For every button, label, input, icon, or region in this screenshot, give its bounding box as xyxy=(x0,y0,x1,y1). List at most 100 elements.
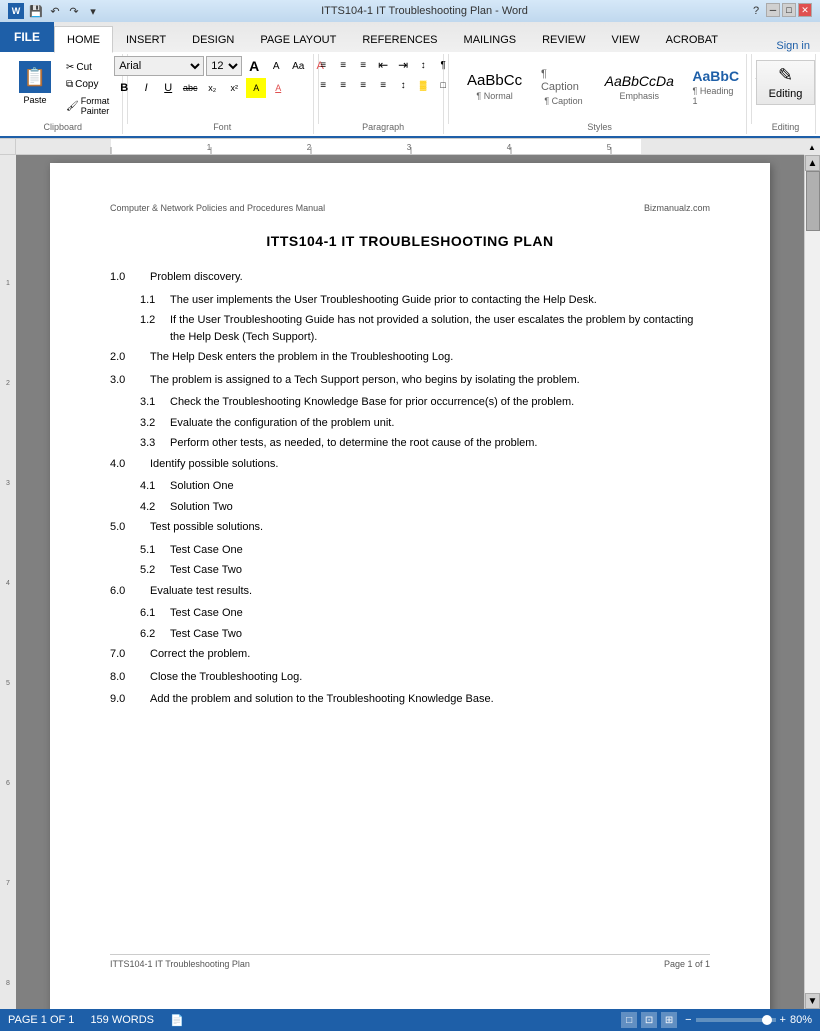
tab-references[interactable]: REFERENCES xyxy=(349,26,450,52)
signin-link[interactable]: Sign in xyxy=(766,40,820,52)
underline-button[interactable]: U xyxy=(158,78,178,98)
editing-button[interactable]: ✎ Editing xyxy=(756,60,816,105)
page: Computer & Network Policies and Procedur… xyxy=(50,163,770,1009)
style-normal-button[interactable]: AaBbCc ¶ Normal xyxy=(459,67,530,106)
zoom-out-button[interactable]: − xyxy=(685,1014,691,1026)
bold-button[interactable]: B xyxy=(114,78,134,98)
web-layout-button[interactable]: ⊞ xyxy=(661,1012,677,1028)
font-case-button[interactable]: Aa xyxy=(288,56,308,76)
clipboard-small-buttons: ✂ Cut ⧉ Copy 🖌 Format Painter xyxy=(62,56,116,118)
numbering-button[interactable]: ≡ xyxy=(334,56,352,74)
styles-content: AaBbCc ¶ Normal ¶ Caption ¶ Caption AaBb… xyxy=(459,63,806,125)
ruler-collapse-button[interactable]: ▲ xyxy=(804,139,820,155)
doc-item: 2.0The Help Desk enters the problem in t… xyxy=(110,349,710,366)
full-screen-button[interactable]: ⊡ xyxy=(641,1012,657,1028)
svg-text:1: 1 xyxy=(6,280,10,287)
line-spacing-button[interactable]: ↕ xyxy=(394,76,412,94)
document-content: 1.0Problem discovery.1.1The user impleme… xyxy=(110,269,710,708)
scrollbar-thumb[interactable] xyxy=(806,171,820,231)
doc-item-text: The problem is assigned to a Tech Suppor… xyxy=(150,372,710,389)
doc-sub-num: 3.1 xyxy=(110,394,170,411)
strikethrough-button[interactable]: abc xyxy=(180,78,200,98)
page-indicator: PAGE 1 OF 1 xyxy=(8,1014,74,1026)
paragraph-row1: ≡ ≡ ≡ ⇤ ⇥ ↕ ¶ xyxy=(314,56,452,74)
word-count: 159 WORDS xyxy=(90,1014,154,1026)
text-highlight-button[interactable]: A xyxy=(246,78,266,98)
borders-button[interactable]: □ xyxy=(434,76,452,94)
zoom-slider[interactable] xyxy=(696,1018,776,1022)
sort-button[interactable]: ↕ xyxy=(414,56,432,74)
style-caption-button[interactable]: ¶ Caption ¶ Caption xyxy=(532,63,595,110)
font-size-select[interactable]: 12 xyxy=(206,56,242,76)
copy-button[interactable]: ⧉ Copy xyxy=(62,77,116,92)
doc-sub-num: 1.2 xyxy=(110,312,170,345)
save-button[interactable]: 💾 xyxy=(28,3,44,19)
help-button[interactable]: ? xyxy=(748,3,764,19)
superscript-button[interactable]: x² xyxy=(224,78,244,98)
doc-sub-item: 5.2Test Case Two xyxy=(110,562,710,579)
more-button[interactable]: ▾ xyxy=(85,3,101,19)
style-emphasis-preview: AaBbCcDa xyxy=(605,73,674,90)
bullets-button[interactable]: ≡ xyxy=(314,56,332,74)
document-status-icon: 📄 xyxy=(170,1014,184,1027)
paste-button[interactable]: 📋 Paste xyxy=(10,56,60,110)
tab-page-layout[interactable]: PAGE LAYOUT xyxy=(247,26,349,52)
paragraph-label: Paragraph xyxy=(323,122,443,132)
font-label: Font xyxy=(131,122,313,132)
style-heading1-button[interactable]: AaBbC ¶ Heading 1 xyxy=(684,63,748,111)
align-left-button[interactable]: ≡ xyxy=(314,76,332,94)
maximize-button[interactable]: □ xyxy=(782,3,796,17)
scroll-down-button[interactable]: ▼ xyxy=(805,993,820,1009)
redo-button[interactable]: ↷ xyxy=(66,3,82,19)
doc-item-text: Evaluate test results. xyxy=(150,583,710,600)
vertical-scrollbar[interactable]: ▲ ▼ xyxy=(804,155,820,1009)
ruler-corner xyxy=(0,139,16,154)
tab-home[interactable]: HOME xyxy=(54,26,113,53)
zoom-thumb xyxy=(762,1015,772,1025)
close-button[interactable]: ✕ xyxy=(798,3,812,17)
doc-item: 3.0The problem is assigned to a Tech Sup… xyxy=(110,372,710,389)
show-hide-button[interactable]: ¶ xyxy=(434,56,452,74)
tab-insert[interactable]: INSERT xyxy=(113,26,179,52)
doc-sub-item: 3.2Evaluate the configuration of the pro… xyxy=(110,415,710,432)
increase-indent-button[interactable]: ⇥ xyxy=(394,56,412,74)
cut-button[interactable]: ✂ Cut xyxy=(62,60,116,75)
print-layout-button[interactable]: □ xyxy=(621,1012,637,1028)
justify-button[interactable]: ≡ xyxy=(374,76,392,94)
tab-design[interactable]: DESIGN xyxy=(179,26,247,52)
svg-text:5: 5 xyxy=(6,680,10,687)
zoom-in-button[interactable]: + xyxy=(780,1014,786,1026)
doc-item: 8.0Close the Troubleshooting Log. xyxy=(110,669,710,686)
multilevel-button[interactable]: ≡ xyxy=(354,56,372,74)
paragraph-group: ≡ ≡ ≡ ⇤ ⇥ ↕ ¶ ≡ ≡ ≡ ≡ ↕ ▓ □ Pa xyxy=(323,54,444,134)
shading-button[interactable]: ▓ xyxy=(414,76,432,94)
tab-file[interactable]: FILE xyxy=(0,22,54,52)
style-emphasis-button[interactable]: AaBbCcDa Emphasis xyxy=(597,68,682,106)
doc-sub-item: 3.3Perform other tests, as needed, to de… xyxy=(110,435,710,452)
doc-sub-item: 3.1Check the Troubleshooting Knowledge B… xyxy=(110,394,710,411)
document-area: 1 2 3 4 5 6 7 8 Computer & Network Polic… xyxy=(0,155,820,1009)
italic-button[interactable]: I xyxy=(136,78,156,98)
tab-view[interactable]: VIEW xyxy=(599,26,653,52)
tab-mailings[interactable]: MAILINGS xyxy=(451,26,530,52)
tab-review[interactable]: REVIEW xyxy=(529,26,598,52)
decrease-indent-button[interactable]: ⇤ xyxy=(374,56,392,74)
subscript-button[interactable]: x₂ xyxy=(202,78,222,98)
title-bar-left: W 💾 ↶ ↷ ▾ xyxy=(8,3,101,19)
scroll-up-button[interactable]: ▲ xyxy=(805,155,820,171)
scrollbar-track[interactable] xyxy=(805,171,820,993)
minimize-button[interactable]: ─ xyxy=(766,3,780,17)
undo-button[interactable]: ↶ xyxy=(47,3,63,19)
font-grow-button[interactable]: A xyxy=(244,56,264,76)
view-buttons: □ ⊡ ⊞ xyxy=(621,1012,677,1028)
font-name-select[interactable]: Arial xyxy=(114,56,204,76)
align-center-button[interactable]: ≡ xyxy=(334,76,352,94)
font-shrink-button[interactable]: A xyxy=(266,56,286,76)
align-right-button[interactable]: ≡ xyxy=(354,76,372,94)
window-controls: ? ─ □ ✕ xyxy=(748,3,812,19)
font-color-button[interactable]: A xyxy=(268,78,288,98)
doc-item-text: The Help Desk enters the problem in the … xyxy=(150,349,710,366)
tab-acrobat[interactable]: ACROBAT xyxy=(653,26,731,52)
format-painter-button[interactable]: 🖌 Format Painter xyxy=(62,94,116,118)
doc-sub-text: Test Case One xyxy=(170,605,710,622)
